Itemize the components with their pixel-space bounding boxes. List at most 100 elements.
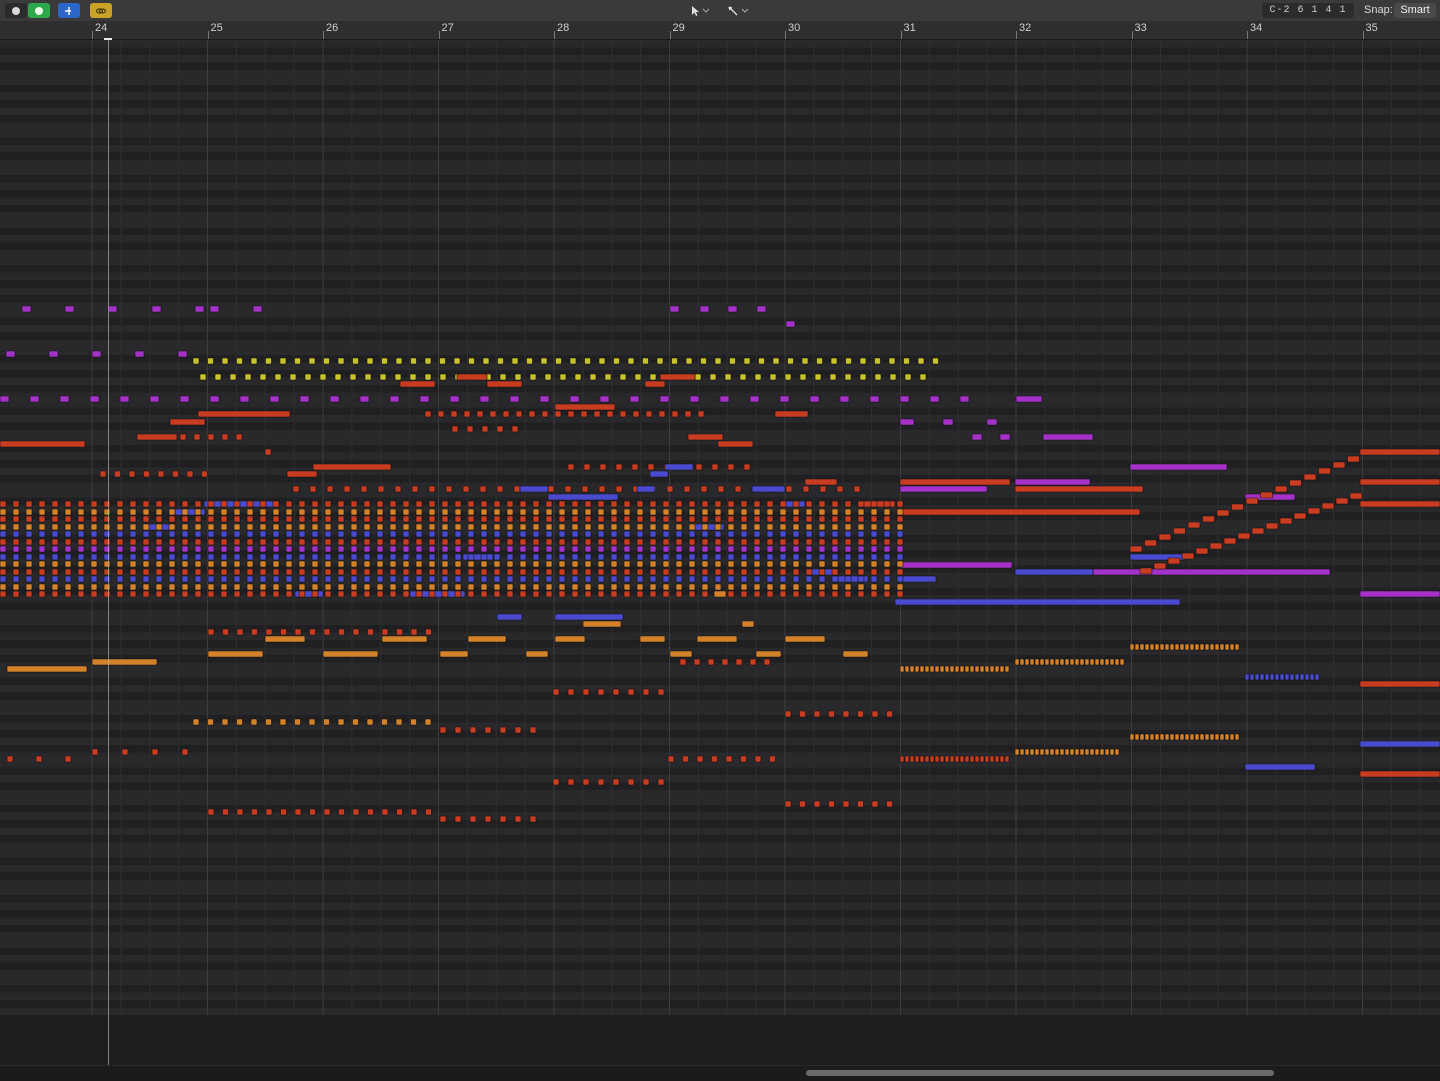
midi-note[interactable] [486,380,523,388]
midi-note[interactable] [480,538,488,546]
midi-note[interactable] [21,305,32,313]
midi-note[interactable] [610,530,618,538]
midi-note[interactable] [896,545,904,553]
midi-note[interactable] [597,500,605,508]
midi-note[interactable] [844,530,852,538]
midi-note[interactable] [792,508,800,516]
midi-note[interactable] [259,553,267,561]
midi-note[interactable] [545,530,553,538]
midi-note[interactable] [696,635,738,643]
midi-note[interactable] [999,433,1011,441]
midi-note[interactable] [311,530,319,538]
midi-note[interactable] [662,523,670,531]
midi-note[interactable] [584,583,592,591]
midi-note[interactable] [659,395,670,403]
midi-note[interactable] [597,508,605,516]
midi-note[interactable] [285,530,293,538]
midi-note[interactable] [90,553,98,561]
midi-note[interactable] [1154,643,1160,651]
midi-note[interactable] [1244,673,1250,681]
midi-note[interactable] [700,485,708,493]
midi-note[interactable] [1042,433,1094,441]
midi-note[interactable] [259,538,267,546]
midi-note[interactable] [979,665,985,673]
midi-note[interactable] [619,373,627,381]
midi-note[interactable] [696,755,704,763]
midi-note[interactable] [1024,748,1030,756]
midi-note[interactable] [220,500,228,508]
midi-note[interactable] [207,433,215,441]
midi-note[interactable] [714,575,722,583]
midi-note[interactable] [181,500,189,508]
midi-note[interactable] [396,628,403,636]
midi-note[interactable] [545,508,553,516]
midi-note[interactable] [701,530,709,538]
midi-note[interactable] [454,500,462,508]
midi-note[interactable] [1049,748,1055,756]
midi-note[interactable] [519,515,527,523]
midi-note[interactable] [766,508,774,516]
midi-note[interactable] [493,590,501,598]
midi-note[interactable] [311,568,319,576]
midi-note[interactable] [394,485,402,493]
midi-note[interactable] [932,357,939,365]
midi-note[interactable] [482,357,490,365]
midi-note[interactable] [1079,658,1085,666]
midi-note[interactable] [831,583,839,591]
midi-note[interactable] [540,357,548,365]
midi-note[interactable] [870,590,878,598]
midi-note[interactable] [818,568,826,576]
midi-note[interactable] [38,508,46,516]
midi-note[interactable] [272,568,280,576]
midi-note[interactable] [1303,473,1317,481]
midi-note[interactable] [896,590,904,598]
midi-note[interactable] [298,583,306,591]
midi-note[interactable] [558,568,566,576]
midi-note[interactable] [753,538,761,546]
midi-note[interactable] [999,755,1005,763]
midi-note[interactable] [558,530,566,538]
midi-note[interactable] [749,395,760,403]
midi-note[interactable] [468,357,475,365]
midi-note[interactable] [236,718,243,726]
midi-note[interactable] [545,560,553,568]
midi-note[interactable] [532,560,540,568]
midi-note[interactable] [298,568,306,576]
midi-note[interactable] [857,538,865,546]
midi-note[interactable] [857,710,864,718]
midi-note[interactable] [129,568,137,576]
midi-note[interactable] [870,560,878,568]
midi-note[interactable] [519,590,527,598]
midi-note[interactable] [64,523,72,531]
midi-note[interactable] [77,508,85,516]
midi-note[interactable] [896,553,904,561]
midi-note[interactable] [441,560,449,568]
midi-note[interactable] [103,560,111,568]
midi-note[interactable] [701,560,709,568]
midi-note[interactable] [402,568,410,576]
midi-note[interactable] [857,530,865,538]
midi-note[interactable] [298,523,306,531]
midi-note[interactable] [532,553,540,561]
midi-note[interactable] [1216,509,1230,517]
midi-note[interactable] [298,553,306,561]
midi-note[interactable] [350,508,358,516]
midi-note[interactable] [236,808,244,816]
midi-note[interactable] [532,515,540,523]
midi-note[interactable] [246,545,254,553]
midi-note[interactable] [129,590,137,598]
midi-note[interactable] [324,545,332,553]
midi-note[interactable] [207,650,264,658]
midi-note[interactable] [582,688,590,696]
midi-note[interactable] [766,538,774,546]
midi-note[interactable] [623,530,631,538]
midi-note[interactable] [713,590,727,598]
midi-in-button[interactable] [5,3,27,18]
midi-note[interactable] [1229,733,1235,741]
midi-note[interactable] [197,410,291,418]
midi-note[interactable] [785,485,793,493]
midi-note[interactable] [90,515,98,523]
midi-note[interactable] [77,523,85,531]
midi-note[interactable] [845,357,852,365]
midi-note[interactable] [818,590,826,598]
